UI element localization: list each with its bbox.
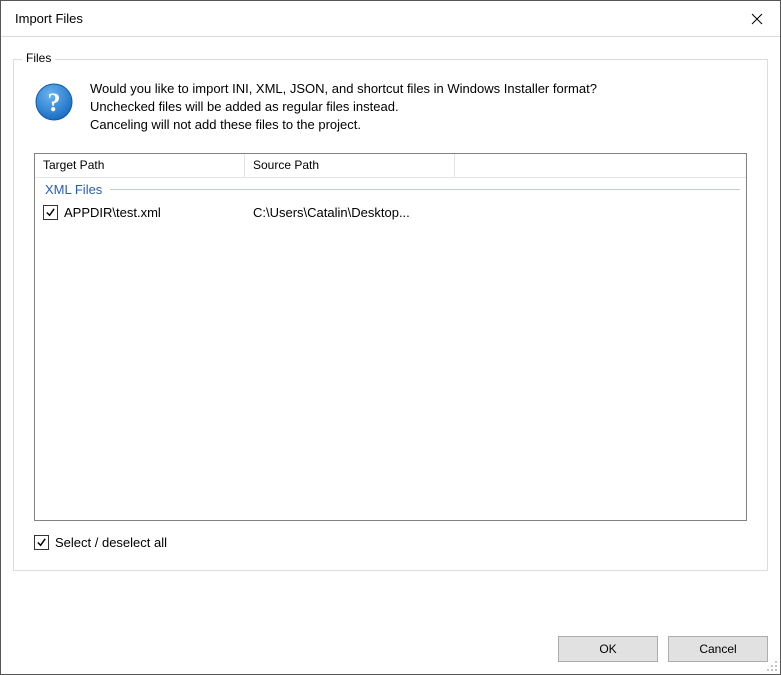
question-icon: ? <box>34 82 74 125</box>
row-source-text: C:\Users\Catalin\Desktop... <box>253 205 410 220</box>
groupbox-label: Files <box>22 51 55 65</box>
info-text: Would you like to import INI, XML, JSON,… <box>90 80 597 135</box>
info-line-1: Would you like to import INI, XML, JSON,… <box>90 80 597 98</box>
table-group-row: XML Files <box>35 178 746 202</box>
table-group-label: XML Files <box>35 182 110 197</box>
ok-button[interactable]: OK <box>558 636 658 662</box>
cancel-button[interactable]: Cancel <box>668 636 768 662</box>
check-icon <box>45 207 56 218</box>
table-header: Target Path Source Path <box>35 154 746 178</box>
svg-text:?: ? <box>48 88 61 117</box>
select-all-checkbox[interactable] <box>34 535 49 550</box>
info-row: ? Would you like to import INI, XML, JSO… <box>34 80 747 135</box>
info-line-3: Canceling will not add these files to th… <box>90 116 597 134</box>
cell-target: APPDIR\test.xml <box>35 202 245 224</box>
row-checkbox[interactable] <box>43 205 58 220</box>
content-area: Files ? Would you like to import INI, XM… <box>1 37 780 583</box>
select-all-row: Select / deselect all <box>34 535 747 550</box>
close-icon <box>751 13 763 25</box>
dialog-buttons: OK Cancel <box>558 636 768 662</box>
close-button[interactable] <box>734 1 780 37</box>
select-all-label: Select / deselect all <box>55 535 167 550</box>
info-line-2: Unchecked files will be added as regular… <box>90 98 597 116</box>
column-header-source[interactable]: Source Path <box>245 154 455 178</box>
check-icon <box>36 537 47 548</box>
column-header-empty[interactable] <box>455 154 746 178</box>
titlebar: Import Files <box>1 1 780 37</box>
files-groupbox: Files ? Would you like to import INI, XM… <box>13 59 768 571</box>
window-title: Import Files <box>15 11 734 26</box>
cell-source: C:\Users\Catalin\Desktop... <box>245 202 455 224</box>
files-table: Target Path Source Path XML Files APPDIR… <box>34 153 747 521</box>
table-group-line <box>110 189 740 190</box>
row-target-text: APPDIR\test.xml <box>64 205 161 220</box>
resize-grip[interactable] <box>764 658 778 672</box>
table-row[interactable]: APPDIR\test.xml C:\Users\Catalin\Desktop… <box>35 202 746 224</box>
column-header-target[interactable]: Target Path <box>35 154 245 178</box>
cell-empty <box>455 202 746 224</box>
